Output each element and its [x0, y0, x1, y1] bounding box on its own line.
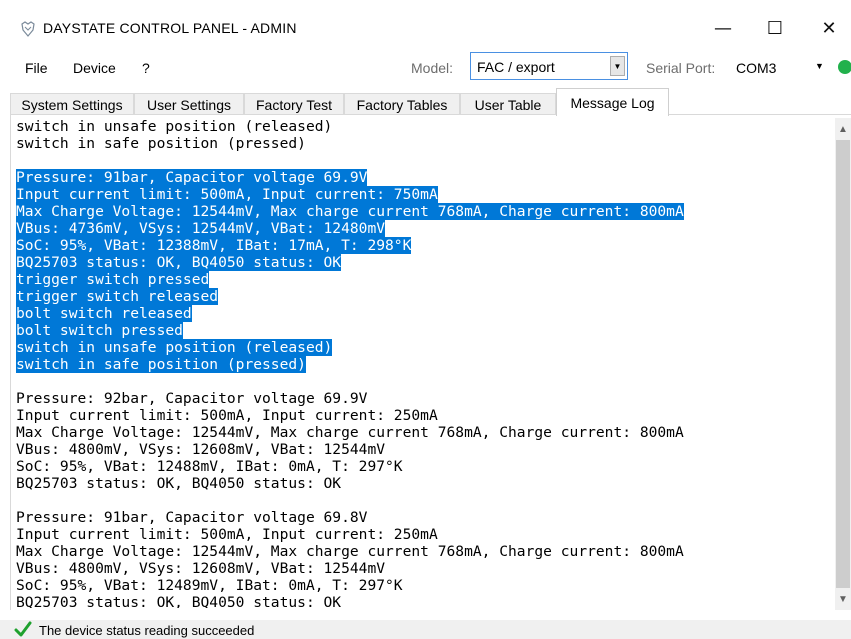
- log-line: Input current limit: 500mA, Input curren…: [16, 526, 836, 543]
- log-line: Input current limit: 500mA, Input curren…: [16, 186, 836, 203]
- log-line: Pressure: 91bar, Capacitor voltage 69.9V: [16, 169, 836, 186]
- log-line-text: switch in unsafe position (released): [16, 339, 333, 356]
- tab-label: User Table: [474, 96, 542, 113]
- log-line: Pressure: 91bar, Capacitor voltage 69.8V: [16, 509, 836, 526]
- log-line: VBus: 4800mV, VSys: 12608mV, VBat: 12544…: [16, 560, 836, 577]
- log-line-text: Input current limit: 500mA, Input curren…: [16, 526, 438, 543]
- status-bar: The device status reading succeeded: [0, 620, 851, 639]
- log-line: bolt switch released: [16, 305, 836, 322]
- tab-label: Message Log: [570, 94, 655, 111]
- serial-port-label: Serial Port:: [646, 60, 716, 76]
- log-line: Max Charge Voltage: 12544mV, Max charge …: [16, 203, 836, 220]
- tab-factory-test[interactable]: Factory Test: [244, 93, 344, 115]
- log-line-text: Max Charge Voltage: 12544mV, Max charge …: [16, 424, 684, 441]
- log-line-text: trigger switch pressed: [16, 271, 210, 288]
- log-line-text: VBus: 4736mV, VSys: 12544mV, VBat: 12480…: [16, 220, 386, 237]
- model-select-value: FAC / export: [477, 59, 555, 75]
- log-line-text: Pressure: 91bar, Capacitor voltage 69.8V: [16, 509, 368, 526]
- model-select[interactable]: FAC / export ▼: [470, 52, 628, 80]
- menu-device[interactable]: Device: [73, 60, 116, 76]
- close-button[interactable]: ✕: [806, 12, 851, 44]
- menu-bar: File Device ? Model: Serial Port: COM3 ▼: [0, 53, 851, 81]
- log-line: VBus: 4800mV, VSys: 12608mV, VBat: 12544…: [16, 441, 836, 458]
- log-line-text: Pressure: 92bar, Capacitor voltage 69.9V: [16, 390, 368, 407]
- log-line-text: BQ25703 status: OK, BQ4050 status: OK: [16, 594, 342, 608]
- log-line: BQ25703 status: OK, BQ4050 status: OK: [16, 254, 836, 271]
- log-line-text: Input current limit: 500mA, Input curren…: [16, 186, 438, 203]
- log-line-text: bolt switch released: [16, 305, 192, 322]
- log-line-text: SoC: 95%, VBat: 12388mV, IBat: 17mA, T: …: [16, 237, 412, 254]
- tab-label: Factory Tables: [356, 96, 448, 113]
- serial-port-select[interactable]: COM3: [736, 60, 776, 76]
- window-title: DAYSTATE CONTROL PANEL - ADMIN: [43, 20, 297, 36]
- maximize-button[interactable]: ☐: [752, 12, 798, 44]
- tab-label: Factory Test: [256, 96, 332, 113]
- log-line: trigger switch pressed: [16, 271, 836, 288]
- log-line: VBus: 4736mV, VSys: 12544mV, VBat: 12480…: [16, 220, 836, 237]
- log-line: switch in safe position (pressed): [16, 356, 836, 373]
- log-line: Pressure: 92bar, Capacitor voltage 69.9V: [16, 390, 836, 407]
- log-line-text: VBus: 4800mV, VSys: 12608mV, VBat: 12544…: [16, 441, 386, 458]
- tab-label: User Settings: [146, 96, 232, 113]
- log-line-text: Pressure: 91bar, Capacitor voltage 69.9V: [16, 169, 368, 186]
- log-line-text: switch in safe position (pressed): [16, 135, 306, 152]
- tab-factory-tables[interactable]: Factory Tables: [344, 93, 460, 115]
- tab-user-settings[interactable]: User Settings: [134, 93, 244, 115]
- title-bar: DAYSTATE CONTROL PANEL - ADMIN — ☐ ✕: [0, 0, 851, 44]
- chevron-up-icon[interactable]: ▲: [835, 122, 851, 138]
- daystate-logo-icon: [21, 21, 35, 37]
- log-line-text: SoC: 95%, VBat: 12488mV, IBat: 0mA, T: 2…: [16, 458, 403, 475]
- log-line: SoC: 95%, VBat: 12388mV, IBat: 17mA, T: …: [16, 237, 836, 254]
- log-line: Input current limit: 500mA, Input curren…: [16, 407, 836, 424]
- connection-status-icon: [838, 60, 851, 74]
- log-line: BQ25703 status: OK, BQ4050 status: OK: [16, 594, 836, 608]
- log-line-text: switch in unsafe position (released): [16, 118, 333, 135]
- log-line-text: VBus: 4800mV, VSys: 12608mV, VBat: 12544…: [16, 560, 386, 577]
- log-line-text: trigger switch released: [16, 288, 219, 305]
- tab-message-log[interactable]: Message Log: [556, 88, 669, 116]
- tab-label: System Settings: [21, 96, 123, 113]
- tab-user-table[interactable]: User Table: [460, 93, 556, 115]
- check-icon: [14, 621, 32, 637]
- log-line: switch in safe position (pressed): [16, 135, 836, 152]
- tab-system-settings[interactable]: System Settings: [10, 93, 134, 115]
- log-line: switch in unsafe position (released): [16, 118, 836, 135]
- chevron-down-icon[interactable]: ▼: [610, 56, 625, 76]
- log-line-text: Max Charge Voltage: 12544mV, Max charge …: [16, 543, 684, 560]
- log-line-text: BQ25703 status: OK, BQ4050 status: OK: [16, 475, 342, 492]
- log-line-text: SoC: 95%, VBat: 12489mV, IBat: 0mA, T: 2…: [16, 577, 403, 594]
- message-log-text[interactable]: switch in unsafe position (released) swit…: [16, 118, 836, 608]
- log-line: BQ25703 status: OK, BQ4050 status: OK: [16, 475, 836, 492]
- log-line: Max Charge Voltage: 12544mV, Max charge …: [16, 424, 836, 441]
- scrollbar-thumb[interactable]: [836, 140, 850, 588]
- minimize-button[interactable]: —: [700, 12, 746, 44]
- log-line: switch in unsafe position (released): [16, 339, 836, 356]
- log-line-text: bolt switch pressed: [16, 322, 183, 339]
- log-line-text: BQ25703 status: OK, BQ4050 status: OK: [16, 254, 342, 271]
- log-line: Max Charge Voltage: 12544mV, Max charge …: [16, 543, 836, 560]
- menu-file[interactable]: File: [25, 60, 48, 76]
- chevron-down-icon[interactable]: ▼: [835, 592, 851, 608]
- app-window: DAYSTATE CONTROL PANEL - ADMIN — ☐ ✕ Fil…: [0, 0, 851, 639]
- model-label: Model:: [411, 60, 454, 76]
- log-line: SoC: 95%, VBat: 12488mV, IBat: 0mA, T: 2…: [16, 458, 836, 475]
- status-message: The device status reading succeeded: [39, 623, 255, 638]
- log-line: bolt switch pressed: [16, 322, 836, 339]
- log-line: SoC: 95%, VBat: 12489mV, IBat: 0mA, T: 2…: [16, 577, 836, 594]
- log-line-text: Input current limit: 500mA, Input curren…: [16, 407, 438, 424]
- vertical-scrollbar[interactable]: ▲ ▼: [835, 118, 851, 610]
- log-line-text: Max Charge Voltage: 12544mV, Max charge …: [16, 203, 684, 220]
- serial-port-dropdown-icon[interactable]: ▼: [815, 61, 824, 71]
- menu-help[interactable]: ?: [142, 60, 150, 76]
- log-line-text: switch in safe position (pressed): [16, 356, 306, 373]
- log-line: trigger switch released: [16, 288, 836, 305]
